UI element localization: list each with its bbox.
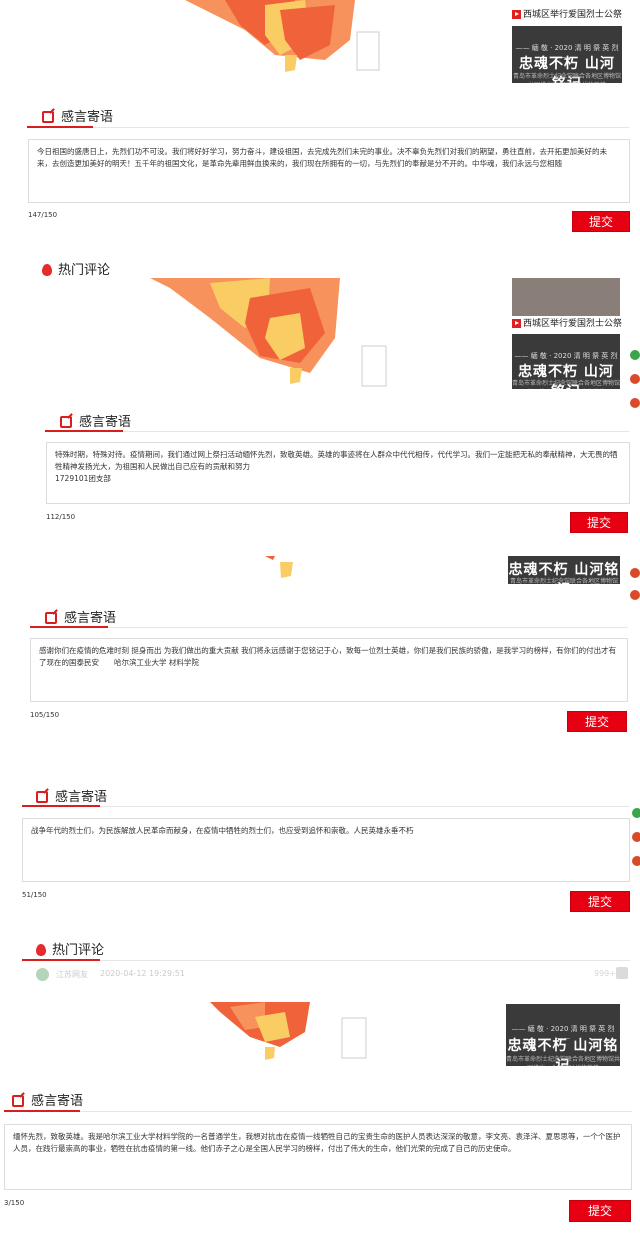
like-count: 999+: [594, 969, 616, 978]
video-thumbnail[interactable]: —— 緬 敬 · 2020 清 明 祭 英 烈 —— 忠魂不朽 山河铭记 青岛市…: [512, 26, 622, 83]
section-title: 感言寄语: [36, 786, 107, 805]
play-icon: [512, 10, 521, 19]
section-underline: [4, 1110, 632, 1112]
side-float-dot[interactable]: [632, 808, 640, 818]
submit-button[interactable]: 提交: [570, 891, 630, 912]
china-map: [150, 278, 387, 387]
char-counter: 112/150: [46, 513, 76, 521]
video-thumbnail[interactable]: 忠魂不朽 山河铭记 青岛市革命烈士纪念馆联合各地区博物馆共同推出 · 全国新时代…: [508, 556, 620, 584]
message-textarea[interactable]: 特殊时期，特殊对待。疫情期间，我们通过网上祭扫活动缅怀先烈，致敬英雄。英雄的事迹…: [46, 442, 630, 504]
side-float-dot[interactable]: [630, 398, 640, 408]
message-textarea[interactable]: 今日祖国的盛唐日上，先烈们功不可没。我们将好好学习，努力奋斗，建设祖国，去完成先…: [28, 139, 630, 203]
flame-icon: [42, 264, 52, 276]
side-float-dot[interactable]: [632, 856, 640, 866]
china-map: [210, 1002, 367, 1060]
video-thumbnail[interactable]: —— 緬 敬 · 2020 清 明 祭 英 烈 —— 忠魂不朽 山河铭记 青岛市…: [506, 1004, 620, 1066]
submit-button[interactable]: 提交: [569, 1200, 631, 1222]
section-title: 感言寄语: [45, 607, 116, 626]
comment-user: 江苏网友: [56, 970, 88, 979]
section-title: 感言寄语: [60, 411, 131, 430]
submit-button[interactable]: 提交: [572, 211, 630, 232]
section-underline: [30, 626, 628, 628]
china-map: [185, 0, 380, 72]
china-map: [265, 556, 293, 578]
edit-icon: [60, 416, 72, 428]
side-float-dot[interactable]: [630, 350, 640, 360]
edit-icon: [42, 111, 54, 123]
message-textarea[interactable]: 感谢你们在疫情的危难时刻 挺身而出 为我们做出的重大贡献 我们将永远感谢于您铭记…: [30, 638, 628, 702]
video-thumbnail[interactable]: —— 緬 敬 · 2020 清 明 祭 英 烈 —— 忠魂不朽 山河铭记 青岛市…: [512, 334, 620, 389]
comment-time: 2020-04-12 19:29:51: [100, 969, 185, 978]
message-textarea[interactable]: 战争年代的烈士们，为民族解放人民革命而献身，在疫情中牺牲的烈士们，也应受到追怀和…: [22, 818, 630, 882]
play-icon: [512, 319, 521, 328]
side-float-dot[interactable]: [630, 590, 640, 600]
flame-icon: [36, 944, 46, 956]
hot-comments-title: 热门评论: [36, 939, 104, 958]
hot-comments-title: 热门评论: [42, 259, 110, 278]
video-thumbnail-photo[interactable]: [512, 278, 620, 316]
message-textarea[interactable]: 缅怀先烈，致敬英雄。我是哈尔滨工业大学材料学院的一名普通学生，我想对抗击在疫情一…: [4, 1124, 632, 1190]
edit-icon: [36, 791, 48, 803]
section-title: 感言寄语: [12, 1090, 83, 1109]
section-underline: [22, 805, 630, 807]
char-counter: 105/150: [30, 711, 60, 719]
edit-icon: [45, 612, 57, 624]
side-float-dot[interactable]: [632, 832, 640, 842]
video-caption[interactable]: 西城区举行爱国烈士公祭活动: [512, 7, 622, 21]
section-underline: [27, 126, 629, 128]
comment-row: 江苏网友 2020-04-12 19:29:51 999+: [22, 966, 630, 986]
edit-icon: [12, 1095, 24, 1107]
thumbs-up-icon[interactable]: [616, 967, 628, 979]
side-float-dot[interactable]: [630, 374, 640, 384]
char-counter: 3/150: [4, 1199, 25, 1207]
side-float-dot[interactable]: [630, 568, 640, 578]
video-caption[interactable]: 西城区举行爱国烈士公祭活动: [512, 316, 622, 330]
submit-button[interactable]: 提交: [570, 512, 628, 533]
section-title: 感言寄语: [42, 106, 113, 125]
avatar: [36, 968, 49, 981]
submit-button[interactable]: 提交: [567, 711, 627, 732]
char-counter: 51/150: [22, 891, 47, 899]
section-underline: [22, 959, 630, 961]
section-underline: [45, 430, 629, 432]
char-counter: 147/150: [28, 211, 58, 219]
